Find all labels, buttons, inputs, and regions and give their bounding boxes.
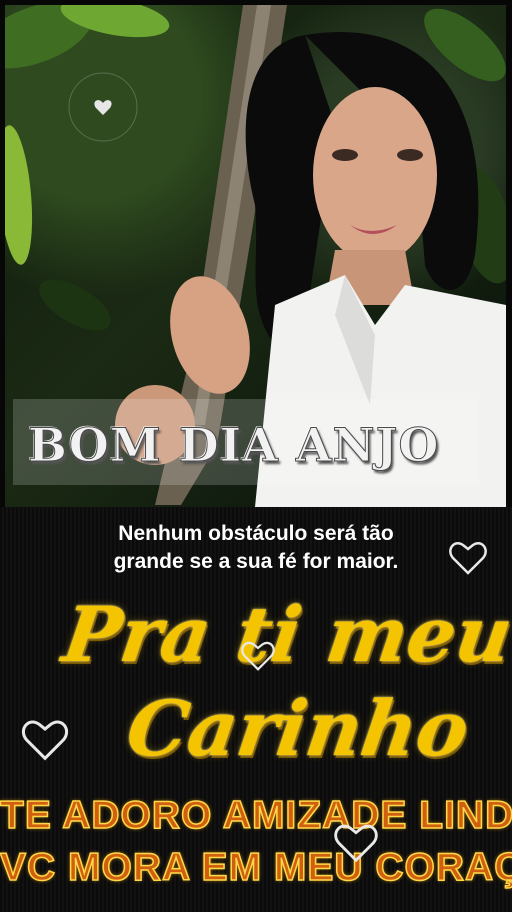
- heart-outline-icon: [449, 542, 487, 575]
- banner-line-1: TE ADORO AMIZADE LINDA: [0, 793, 512, 838]
- photo-caption: BOM DIA ANJO: [28, 418, 440, 473]
- quote-line-2: grande se a sua fé for maior.: [113, 550, 399, 573]
- heart-outline-icon: [21, 720, 69, 761]
- heart-outline-icon: [334, 824, 378, 863]
- quote-line-1: Nenhum obstáculo será tão: [118, 522, 394, 545]
- inspirational-quote: Nenhum obstáculo será tão grande se a su…: [40, 520, 472, 576]
- banner-line-2: VC MORA EM MEU CORAÇÃO: [0, 845, 512, 890]
- greeting-card: BOM DIA ANJO Nenhum obstáculo será tão g…: [0, 0, 512, 912]
- watermark-logo: [68, 72, 138, 142]
- script-title-line-2: Carinho: [121, 684, 475, 773]
- heart-outline-icon: [241, 641, 275, 671]
- script-title-line-1: Pra ti meu: [57, 590, 512, 679]
